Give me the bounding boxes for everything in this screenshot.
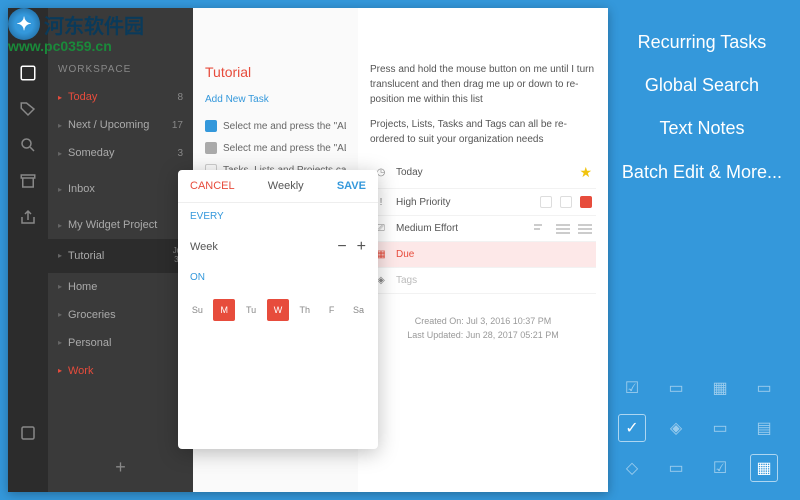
day-tu[interactable]: Tu — [240, 299, 262, 321]
popup-title: Weekly — [268, 180, 304, 192]
effort-level[interactable] — [556, 224, 570, 234]
star-icon[interactable]: ★ — [579, 164, 592, 181]
sidebar-item-groceries[interactable]: ▸Groceries — [48, 301, 193, 329]
window-icon[interactable]: ▭ — [750, 374, 778, 402]
label-icon[interactable]: ◇ — [618, 454, 646, 482]
day-f[interactable]: F — [321, 299, 343, 321]
detail-row-priority[interactable]: !High Priority — [370, 189, 596, 216]
task-meta: Created On: Jul 3, 2016 10:37 PM Last Up… — [370, 314, 596, 343]
effort-level[interactable] — [578, 224, 592, 234]
sidebar-item-today[interactable]: ▸Today8 — [48, 83, 193, 111]
section-label: ON — [178, 264, 378, 291]
check-icon[interactable]: ☑ — [706, 454, 734, 482]
day-picker: Su M Tu W Th F Sa — [178, 291, 378, 329]
sidebar-item-tutorial[interactable]: ▸TutorialJul31 — [48, 239, 193, 273]
icon-rail — [8, 8, 48, 492]
note-icon[interactable]: ▭ — [662, 454, 690, 482]
plus-button[interactable]: + — [357, 238, 366, 256]
tag-icon[interactable]: ◈ — [662, 414, 690, 442]
save-button[interactable]: SAVE — [337, 180, 366, 192]
minus-button[interactable]: − — [337, 238, 346, 256]
checkbox-icon[interactable] — [205, 120, 217, 132]
list-icon[interactable]: ▤ — [750, 414, 778, 442]
folder-icon[interactable]: ▭ — [662, 374, 690, 402]
sidebar-item-inbox[interactable]: ▸Inbox — [48, 175, 193, 203]
detail-row-tags[interactable]: ◈Tags — [370, 268, 596, 294]
cancel-button[interactable]: CANCEL — [190, 180, 235, 192]
add-task-link[interactable]: Add New Task — [205, 94, 346, 105]
checkbox-icon[interactable] — [205, 142, 217, 154]
sidebar-item-home[interactable]: ▸Home — [48, 273, 193, 301]
app-window: WORKSPACE ▸Today8 ▸Next / Upcoming17 ▸So… — [8, 8, 608, 492]
calendar-icon[interactable]: ▦ — [750, 454, 778, 482]
day-sa[interactable]: Sa — [347, 299, 369, 321]
detail-row-due[interactable]: ▦Due — [370, 242, 596, 268]
grid-icon[interactable]: ▦ — [706, 374, 734, 402]
priority-swatch[interactable] — [560, 196, 572, 208]
card-icon[interactable]: ▭ — [706, 414, 734, 442]
day-w[interactable]: W — [267, 299, 289, 321]
watermark-url: www.pc0359.cn — [8, 38, 112, 54]
interval-row: Week −+ — [178, 230, 378, 264]
task-description: Press and hold the mouse button on me un… — [370, 62, 596, 107]
feature-icons: ☑ ▭ ▦ ▭ ✓ ◈ ▭ ▤ ◇ ▭ ☑ ▦ — [618, 374, 782, 482]
priority-swatch[interactable] — [540, 196, 552, 208]
sidebar-item-next[interactable]: ▸Next / Upcoming17 — [48, 111, 193, 139]
sidebar-item-someday[interactable]: ▸Someday3 — [48, 139, 193, 167]
archive-icon[interactable] — [19, 172, 37, 190]
priority-swatch[interactable] — [580, 196, 592, 208]
sidebar-header: WORKSPACE — [48, 50, 193, 83]
effort-level[interactable] — [534, 224, 548, 234]
tag-icon[interactable] — [19, 100, 37, 118]
share-icon[interactable] — [19, 208, 37, 226]
checkbox-icon[interactable] — [19, 64, 37, 82]
recurrence-popup: CANCEL Weekly SAVE EVERY Week −+ ON Su M… — [178, 170, 378, 449]
promo-text: Recurring Tasks Global Search Text Notes… — [622, 30, 782, 203]
task-note: Projects, Lists, Tasks and Tags can all … — [370, 117, 596, 147]
day-th[interactable]: Th — [294, 299, 316, 321]
settings-icon[interactable] — [19, 424, 37, 442]
task-row[interactable]: Select me and press the "ALT" (Web) o — [205, 137, 346, 159]
sidebar: WORKSPACE ▸Today8 ▸Next / Upcoming17 ▸So… — [48, 8, 193, 492]
detail-row-today[interactable]: ◷Today★ — [370, 157, 596, 189]
day-su[interactable]: Su — [186, 299, 208, 321]
task-row[interactable]: Select me and press the "ALT" (Web) o — [205, 115, 346, 137]
list-title: Tutorial — [205, 64, 346, 80]
sidebar-item-personal[interactable]: ▸Personal — [48, 329, 193, 357]
detail-row-effort[interactable]: ⎚Medium Effort — [370, 216, 596, 242]
add-button[interactable]: + — [48, 443, 193, 492]
search-icon[interactable] — [19, 136, 37, 154]
sidebar-item-project[interactable]: ▸My Widget Project — [48, 211, 193, 239]
section-label: EVERY — [178, 203, 378, 230]
detail-panel: Press and hold the mouse button on me un… — [358, 8, 608, 492]
sidebar-item-work[interactable]: ▸Work — [48, 357, 193, 385]
check-icon[interactable]: ✓ — [618, 414, 646, 442]
day-m[interactable]: M — [213, 299, 235, 321]
check-icon[interactable]: ☑ — [618, 374, 646, 402]
